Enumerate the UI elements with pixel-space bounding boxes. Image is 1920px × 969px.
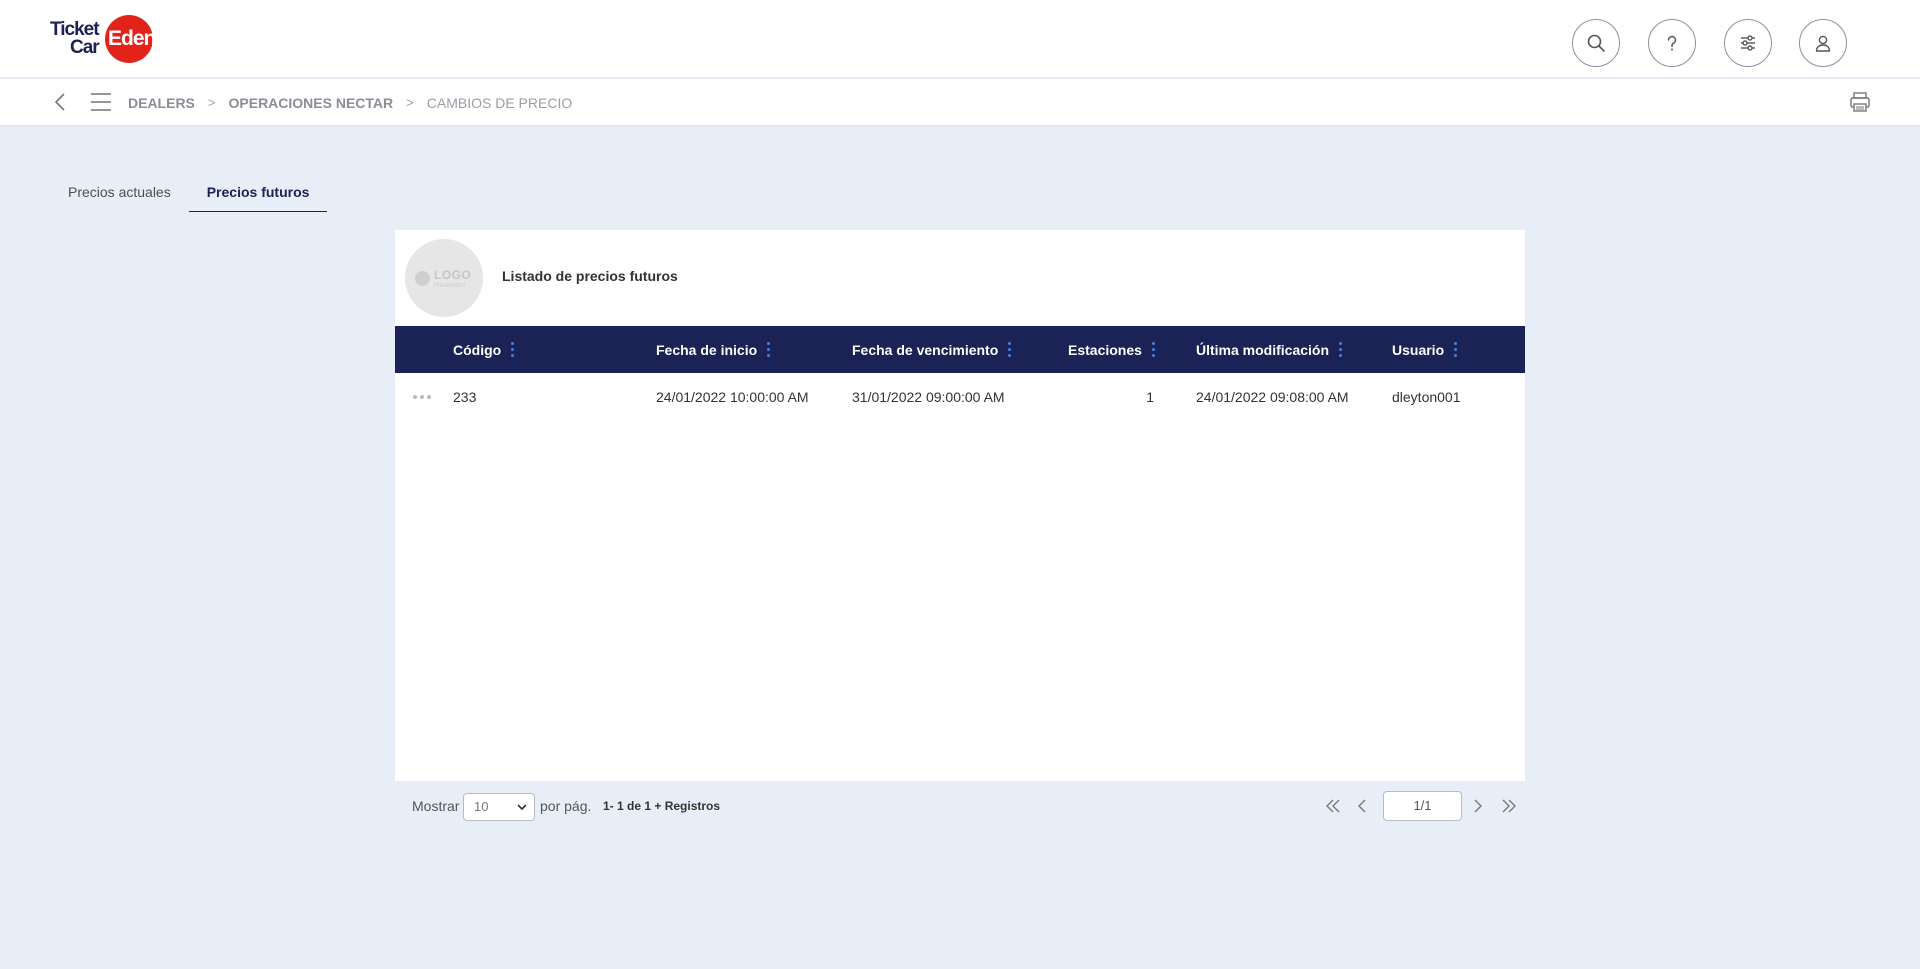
column-menu-icon[interactable] xyxy=(1339,342,1343,357)
cell-fecha-vencimiento: 31/01/2022 09:00:00 AM xyxy=(852,389,1005,405)
column-header-label: Fecha de vencimiento xyxy=(852,341,999,358)
tab-precios-futuros[interactable]: Precios futuros xyxy=(188,172,328,212)
last-page-icon[interactable] xyxy=(1500,797,1518,815)
table-row[interactable]: 233 24/01/2022 10:00:00 AM 31/01/2022 09… xyxy=(395,373,1525,421)
pagination: Mostrar 10 por pág. 1- 1 de 1 + Registro… xyxy=(395,791,1525,821)
breadcrumb-item-dealers[interactable]: DEALERS xyxy=(128,95,195,111)
logo-placeholder: LOGO Placeholder xyxy=(405,239,483,317)
help-icon xyxy=(1667,35,1677,51)
column-header-estaciones[interactable]: Estaciones xyxy=(1068,326,1155,373)
settings-button[interactable] xyxy=(1724,19,1772,67)
per-page-value: 10 xyxy=(474,799,489,814)
column-header-label: Usuario xyxy=(1392,341,1445,358)
column-header-label: Código xyxy=(453,341,502,358)
sliders-icon xyxy=(1741,35,1755,51)
search-button[interactable] xyxy=(1572,19,1620,67)
breadcrumb-item-cambios-de-precio: CAMBIOS DE PRECIO xyxy=(426,94,573,111)
column-header-codigo[interactable]: Código xyxy=(453,326,515,373)
cell-estaciones: 1 xyxy=(1146,389,1154,405)
breadcrumb-bar: DEALERS > OPERACIONES NECTAR > CAMBIOS D… xyxy=(0,79,1920,126)
card-header: LOGO Placeholder Listado de precios futu… xyxy=(395,230,1525,326)
chevron-down-icon xyxy=(517,804,527,811)
column-header-fecha-vencimiento[interactable]: Fecha de vencimiento xyxy=(852,326,1012,373)
logo-placeholder-dot xyxy=(415,271,430,286)
per-page-select[interactable]: 10 xyxy=(463,793,535,821)
logo-word-edenred: Edenred xyxy=(108,27,186,50)
column-header-ultima-modificacion[interactable]: Última modificación xyxy=(1196,326,1343,373)
cell-codigo: 233 xyxy=(453,389,477,405)
column-header-label: Fecha de inicio xyxy=(656,341,758,358)
column-menu-icon[interactable] xyxy=(767,342,771,357)
search-icon xyxy=(1587,34,1605,52)
column-header-label: Última modificación xyxy=(1196,341,1330,358)
hamburger-menu-icon[interactable] xyxy=(90,91,112,113)
cell-fecha-inicio: 24/01/2022 10:00:00 AM xyxy=(656,389,809,405)
back-arrow-icon[interactable] xyxy=(50,91,72,113)
breadcrumb-separator: > xyxy=(207,95,216,110)
column-menu-icon[interactable] xyxy=(511,342,515,357)
record-count: 1- 1 de 1 + Registros xyxy=(603,799,721,813)
breadcrumb: DEALERS > OPERACIONES NECTAR > CAMBIOS D… xyxy=(128,79,572,126)
future-prices-card: LOGO Placeholder Listado de precios futu… xyxy=(395,230,1525,781)
user-icon xyxy=(1815,35,1831,52)
column-menu-icon[interactable] xyxy=(1151,342,1155,357)
logo-word-car: Car xyxy=(70,37,100,58)
row-actions-icon[interactable] xyxy=(413,373,431,421)
column-header-fecha-inicio[interactable]: Fecha de inicio xyxy=(656,326,771,373)
previous-page-icon[interactable] xyxy=(1353,797,1371,815)
show-label: Mostrar xyxy=(412,798,460,814)
help-button[interactable] xyxy=(1648,19,1696,67)
cell-usuario: dleyton001 xyxy=(1392,389,1461,405)
breadcrumb-item-operaciones-nectar[interactable]: OPERACIONES NECTAR xyxy=(229,95,394,111)
cell-ultima-modificacion: 24/01/2022 09:08:00 AM xyxy=(1196,389,1349,405)
column-menu-icon[interactable] xyxy=(1454,342,1458,357)
logo-placeholder-subtext: Placeholder xyxy=(434,283,466,289)
tab-precios-actuales[interactable]: Precios actuales xyxy=(50,172,189,212)
per-page-label: por pág. xyxy=(540,798,592,814)
column-header-label: Estaciones xyxy=(1068,341,1142,358)
next-page-icon[interactable] xyxy=(1469,797,1487,815)
top-header: Ticket Car Edenred xyxy=(0,0,1920,78)
column-header-usuario[interactable]: Usuario xyxy=(1392,326,1458,373)
breadcrumb-separator: > xyxy=(406,95,414,110)
column-menu-icon[interactable] xyxy=(1008,342,1012,357)
first-page-icon[interactable] xyxy=(1324,797,1342,815)
logo-placeholder-text: LOGO xyxy=(434,268,472,282)
printer-icon[interactable] xyxy=(1849,91,1871,113)
ticket-car-edenred-logo[interactable]: Ticket Car Edenred xyxy=(48,14,190,64)
table-header: Código Fecha de inicio Fecha de vencimie… xyxy=(395,326,1525,373)
card-title: Listado de precios futuros xyxy=(502,268,678,284)
profile-button[interactable] xyxy=(1799,19,1847,67)
price-tabs: Precios actuales Precios futuros xyxy=(50,172,328,212)
page-number-input[interactable]: 1/1 xyxy=(1383,791,1462,821)
